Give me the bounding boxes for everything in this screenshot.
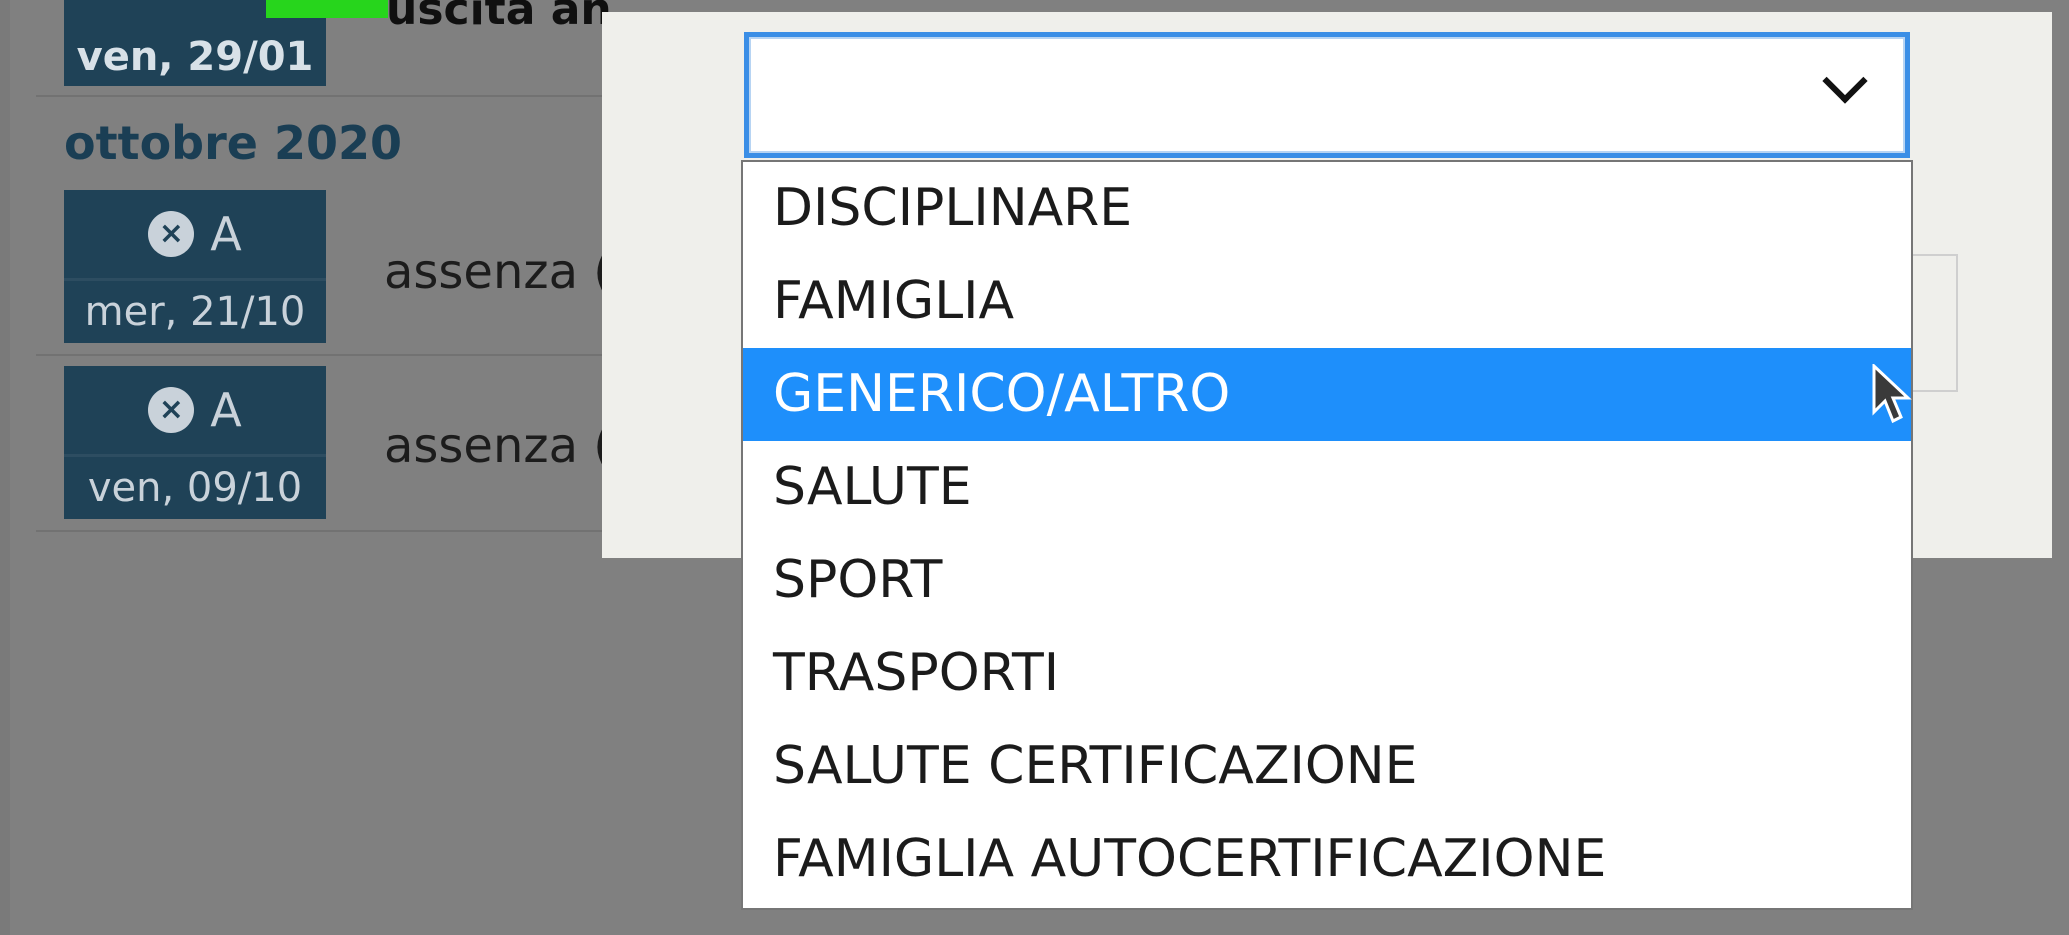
- close-circle-icon: ×: [148, 211, 195, 257]
- month-title: ottobre 2020: [64, 116, 403, 170]
- select-dropdown-list: DISCIPLINARE FAMIGLIA GENERICO/ALTRO SAL…: [741, 160, 1913, 910]
- divider: [36, 530, 616, 532]
- absence-type: A: [210, 383, 242, 437]
- chevron-down-icon: [1822, 58, 1868, 104]
- entry-text: assenza (: [384, 418, 612, 474]
- option-generico-altro[interactable]: GENERICO/ALTRO: [743, 348, 1911, 441]
- badge-date: mer, 21/10: [84, 289, 306, 335]
- option-salute[interactable]: SALUTE: [743, 441, 1911, 534]
- mouse-cursor-icon: [1872, 364, 1912, 424]
- badge-date: ven, 29/01: [76, 34, 314, 80]
- option-famiglia-autocertificazione[interactable]: FAMIGLIA AUTOCERTIFICAZIONE: [743, 813, 1911, 906]
- divider: [36, 354, 616, 356]
- option-famiglia[interactable]: FAMIGLIA: [743, 255, 1911, 348]
- option-disciplinare[interactable]: DISCIPLINARE: [743, 162, 1911, 255]
- close-circle-icon: ×: [148, 387, 195, 433]
- status-bar: [266, 0, 388, 18]
- option-sport[interactable]: SPORT: [743, 534, 1911, 627]
- divider: [36, 95, 616, 97]
- absence-badge[interactable]: × A ven, 09/10: [64, 366, 326, 519]
- entry-text: uscita an: [386, 0, 612, 35]
- absence-type: A: [210, 207, 242, 261]
- option-trasporti[interactable]: TRASPORTI: [743, 627, 1911, 720]
- reason-select[interactable]: [744, 32, 1910, 158]
- badge-date: ven, 09/10: [87, 465, 303, 511]
- option-salute-certificazione[interactable]: SALUTE CERTIFICAZIONE: [743, 720, 1911, 813]
- absence-badge[interactable]: × A mer, 21/10: [64, 190, 326, 343]
- entry-text: assenza (: [384, 244, 612, 300]
- left-edge: [0, 0, 10, 935]
